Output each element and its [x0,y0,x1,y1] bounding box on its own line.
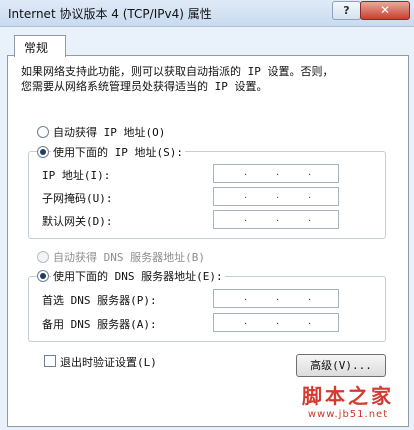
manual-ip-radio[interactable] [37,146,49,158]
manual-dns-label[interactable]: 使用下面的 DNS 服务器地址(E): [51,268,225,284]
close-button[interactable]: ✕ [360,1,410,20]
preferred-dns-input[interactable]: ... [213,289,339,308]
alternate-dns-label: 备用 DNS 服务器(A): [42,318,157,331]
description-line: 如果网络支持此功能，则可以获取自动指派的 IP 设置。否则， [21,65,334,78]
window-title: Internet 协议版本 4 (TCP/IPv4) 属性 [8,7,212,21]
subnet-mask-input[interactable]: ... [213,187,339,206]
close-x-icon: ✕ [379,3,391,17]
description-text: 如果网络支持此功能，则可以获取自动指派的 IP 设置。否则， 您需要从网络系统管… [21,64,381,94]
tab-general[interactable]: 常规 [14,35,66,57]
title-bar[interactable]: Internet 协议版本 4 (TCP/IPv4) 属性 ? ✕ [0,0,414,27]
watermark-url: www.jb51.net [307,409,389,420]
alternate-dns-input[interactable]: ... [213,313,339,332]
ip-address-label: IP 地址(I): [42,169,111,182]
tab-general-label: 常规 [24,41,49,55]
watermark-brand: 脚本之家 [302,384,394,408]
manual-dns-radio[interactable] [37,270,49,282]
description-line: 您需要从网络系统管理员处获得适当的 IP 设置。 [21,80,268,93]
help-button[interactable]: ? [332,1,361,20]
validate-on-exit-checkbox[interactable] [44,355,56,367]
subnet-mask-label: 子网掩码(U): [42,192,113,205]
manual-ip-label[interactable]: 使用下面的 IP 地址(S): [51,144,185,160]
dns-settings-group [28,276,386,342]
question-mark-icon: ? [343,4,350,17]
auto-dns-label: 自动获得 DNS 服务器地址(B) [51,249,207,265]
validate-on-exit-label[interactable]: 退出时验证设置(L) [60,354,157,370]
default-gateway-input[interactable]: ... [213,210,339,229]
preferred-dns-label: 首选 DNS 服务器(P): [42,294,157,307]
auto-ip-radio[interactable] [37,126,49,138]
ip-address-input[interactable]: ... [213,164,339,183]
default-gateway-label: 默认网关(D): [42,215,113,228]
auto-ip-label[interactable]: 自动获得 IP 地址(O) [51,124,168,140]
auto-dns-radio [37,251,49,263]
advanced-button[interactable]: 高级(V)... [296,354,386,377]
watermark: 脚本之家 www.jb51.net [288,380,408,420]
